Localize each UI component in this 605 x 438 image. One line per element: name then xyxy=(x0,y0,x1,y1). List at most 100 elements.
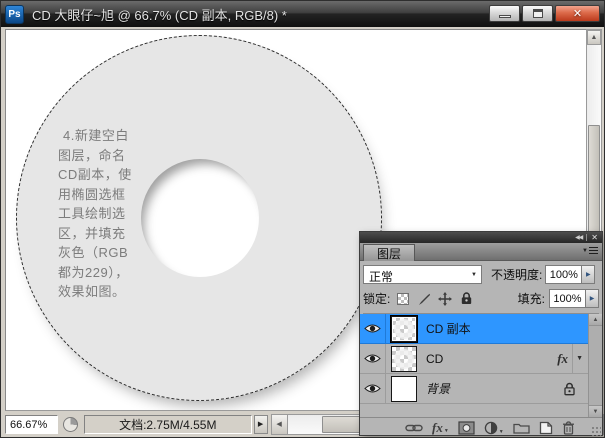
layer-thumbnail[interactable] xyxy=(391,376,417,402)
lock-pixels-button[interactable] xyxy=(416,291,432,306)
new-layer-button[interactable] xyxy=(539,421,553,435)
flyout-caret-icon: ▶ xyxy=(258,420,263,428)
scroll-left-button[interactable]: ◀ xyxy=(272,415,288,434)
lock-position-button[interactable] xyxy=(437,291,453,306)
fill-slider-button[interactable]: ▶ xyxy=(586,289,599,308)
panel-title-strip: ◀◀ ✕ xyxy=(360,232,602,243)
lock-icon xyxy=(460,292,473,305)
lock-transparency-button[interactable] xyxy=(395,291,411,306)
note-line: 图层，命名 xyxy=(58,146,176,166)
add-layer-style-button[interactable]: fx ▼ xyxy=(432,422,449,434)
note-line: 都为229）， xyxy=(58,263,176,283)
photoshop-document-window: Ps CD 大眼仔~旭 @ 66.7% (CD 副本, RGB/8) * ✕ 4… xyxy=(0,0,605,438)
note-line: CD副本，使 xyxy=(58,165,176,185)
visibility-toggle[interactable] xyxy=(360,344,386,373)
fill-label: 填充: xyxy=(518,290,545,307)
layer-name[interactable]: CD xyxy=(426,352,443,366)
trash-icon xyxy=(562,421,575,435)
tab-layers[interactable]: 图层 xyxy=(363,244,415,261)
visibility-toggle[interactable] xyxy=(360,314,386,343)
restore-icon xyxy=(533,9,543,18)
layer-list-scrollbar[interactable]: ▲ ▼ xyxy=(588,314,602,417)
layer-list: CD 副本 CD fx ▼ xyxy=(360,314,602,417)
layer-row-cd[interactable]: CD fx ▼ xyxy=(360,344,588,374)
close-icon: ✕ xyxy=(573,7,582,20)
spin-caret-icon: ▶ xyxy=(586,271,591,278)
new-group-button[interactable] xyxy=(513,421,530,434)
folder-icon xyxy=(513,421,530,434)
note-line: 工具绘制选 xyxy=(58,204,176,224)
eye-icon xyxy=(364,323,381,334)
minimize-icon xyxy=(499,15,511,18)
status-clock-icon xyxy=(63,417,78,432)
panel-menu-lines-icon xyxy=(589,247,598,254)
chain-link-icon xyxy=(405,423,423,433)
effects-collapse-icon[interactable]: ▼ xyxy=(573,355,586,362)
window-title: CD 大眼仔~旭 @ 66.7% (CD 副本, RGB/8) * xyxy=(32,5,287,24)
layer-thumbnail[interactable] xyxy=(391,346,417,372)
panel-tab-bar: 图层 ▼ xyxy=(360,243,602,261)
blend-mode-value: 正常 xyxy=(369,270,393,284)
lock-all-button[interactable] xyxy=(458,291,474,306)
close-button[interactable]: ✕ xyxy=(555,5,600,22)
caret-icon: ▼ xyxy=(499,429,504,435)
scroll-up-button[interactable]: ▲ xyxy=(587,30,601,45)
list-scroll-up-button[interactable]: ▲ xyxy=(589,314,602,326)
opacity-field[interactable]: 100% xyxy=(545,265,582,284)
note-line: 4.新建空白 xyxy=(58,126,176,146)
opacity-slider-button[interactable]: ▶ xyxy=(582,265,595,284)
opacity-label: 不透明度: xyxy=(491,266,542,283)
panel-menu-caret-icon: ▼ xyxy=(582,248,588,254)
panel-strip-divider xyxy=(586,234,587,241)
fill-field[interactable]: 100% xyxy=(549,289,586,308)
note-line: 区，并填充 xyxy=(58,224,176,244)
panel-close-icon[interactable]: ✕ xyxy=(591,234,598,242)
panel-resize-grip[interactable] xyxy=(590,425,601,436)
move-icon xyxy=(438,292,452,306)
scroll-down-icon: ▼ xyxy=(593,409,599,415)
layer-row-background[interactable]: 背景 xyxy=(360,374,588,404)
note-line: 用椭圆选框 xyxy=(58,185,176,205)
visibility-toggle[interactable] xyxy=(360,374,386,403)
caret-icon: ▼ xyxy=(444,428,449,434)
restore-button[interactable] xyxy=(522,5,553,22)
minimize-button[interactable] xyxy=(489,5,520,22)
adjustment-layer-icon xyxy=(484,421,498,435)
add-layer-mask-button[interactable] xyxy=(458,421,475,435)
layer-mask-icon xyxy=(458,421,475,435)
scroll-up-icon: ▲ xyxy=(591,34,598,41)
note-line: 效果如图。 xyxy=(58,282,176,302)
new-adjustment-layer-button[interactable]: ▼ xyxy=(484,421,504,435)
layer-controls: 正常 ▼ 不透明度: 100% ▶ 锁定: xyxy=(360,261,602,314)
title-bar[interactable]: Ps CD 大眼仔~旭 @ 66.7% (CD 副本, RGB/8) * ✕ xyxy=(1,1,604,27)
scroll-left-icon: ◀ xyxy=(276,420,281,428)
status-flyout-button[interactable]: ▶ xyxy=(254,415,268,434)
collapse-to-icons-icon[interactable]: ◀◀ xyxy=(575,234,582,241)
layer-name[interactable]: 背景 xyxy=(426,380,450,397)
new-layer-icon xyxy=(539,421,553,435)
layer-effects-badge[interactable]: fx xyxy=(557,351,568,367)
blend-mode-dropdown[interactable]: 正常 ▼ xyxy=(363,265,482,284)
layer-thumbnail[interactable] xyxy=(391,316,417,342)
layer-lock-icon xyxy=(563,382,576,396)
spin-caret-icon: ▶ xyxy=(590,295,595,302)
note-line: 灰色（RGB xyxy=(58,243,176,263)
eye-icon xyxy=(364,353,381,364)
vertical-scroll-thumb[interactable] xyxy=(588,125,600,245)
layers-panel: ◀◀ ✕ 图层 ▼ 正常 ▼ 不透明度: 100% ▶ xyxy=(359,231,603,436)
zoom-level-field[interactable]: 66.67% xyxy=(5,415,58,434)
layer-name[interactable]: CD 副本 xyxy=(426,320,471,337)
scroll-up-icon: ▲ xyxy=(593,317,599,323)
delete-layer-button[interactable] xyxy=(562,421,575,435)
layers-panel-footer: fx ▼ ▼ xyxy=(360,417,602,437)
layer-row-cd-copy[interactable]: CD 副本 xyxy=(360,314,588,344)
lock-label: 锁定: xyxy=(363,290,390,307)
list-scroll-down-button[interactable]: ▼ xyxy=(589,405,602,417)
panel-menu-button[interactable]: ▼ xyxy=(582,247,598,254)
lock-transparency-icon xyxy=(397,293,409,305)
eye-icon xyxy=(364,383,381,394)
document-size-info: 文档:2.75M/4.55M xyxy=(84,415,252,434)
brush-icon xyxy=(417,292,431,306)
fx-icon: fx xyxy=(432,422,443,434)
link-layers-button[interactable] xyxy=(405,423,423,433)
